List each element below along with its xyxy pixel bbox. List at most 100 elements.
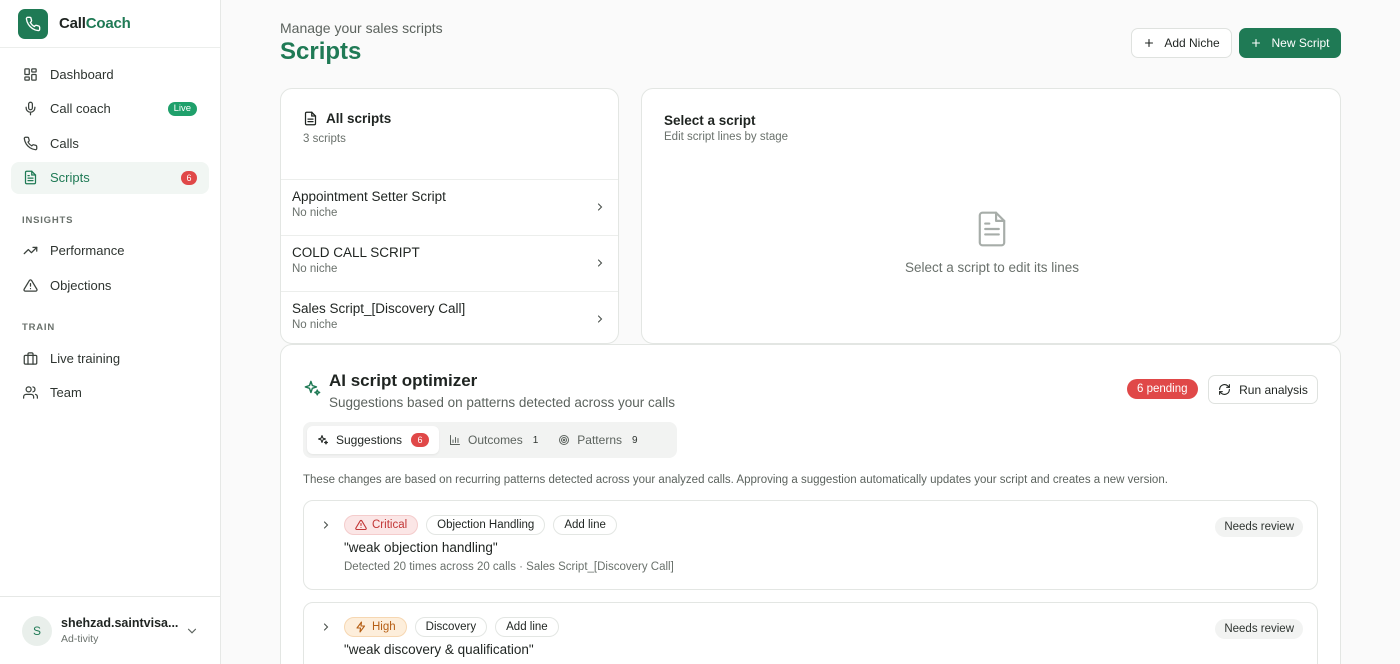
script-name: COLD CALL SCRIPT [292,245,420,260]
nav-label: Scripts [50,170,90,185]
main-nav: Dashboard Call coach Live Calls Scripts … [0,48,220,409]
chevron-right-icon[interactable] [320,621,332,633]
page-subtitle: Manage your sales scripts [280,20,443,36]
document-icon [22,170,38,186]
script-niche: No niche [292,207,338,219]
severity-tag: Critical [344,515,419,535]
tab-count: 6 [411,433,430,447]
tab-patterns[interactable]: Patterns 9 [548,426,647,454]
alert-triangle-icon [355,519,367,531]
chevron-down-icon [187,628,197,634]
nav-label: Calls [50,135,79,151]
script-list-item[interactable]: Appointment Setter Script No niche [281,179,618,235]
sparkles-icon [304,380,321,396]
action-tag: Add line [495,617,559,637]
avatar: S [22,615,52,646]
users-icon [22,385,38,401]
user-name: shehzad.saintvisa... [61,616,179,630]
editor-empty-text: Select a script to edit its lines [904,260,1080,275]
optimizer-note: These changes are based on recurring pat… [303,474,1168,486]
nav-section-insights: INSIGHTS [22,214,74,226]
chevron-right-icon[interactable] [320,519,332,531]
tab-label: Outcomes [468,433,523,447]
ai-optimizer-panel: AI script optimizer Suggestions based on… [280,344,1341,664]
suggestion-card[interactable]: Critical Objection Handling Add line "we… [303,500,1318,590]
add-niche-button[interactable]: Add Niche [1131,28,1232,58]
suggestion-quote: "weak discovery & qualification" [344,642,534,657]
new-script-button[interactable]: New Script [1239,28,1341,58]
layout-grid-icon [22,66,38,82]
nav-section-train: TRAIN [22,322,56,333]
main-content: Manage your sales scripts Scripts Add Ni… [221,0,1400,664]
tab-label: Patterns [577,433,622,447]
nav-item-dashboard[interactable]: Dashboard [11,58,209,90]
user-org: Ad-tivity [61,633,99,645]
document-icon [304,111,317,126]
script-editor-panel: Select a script Edit script lines by sta… [641,88,1341,344]
nav-label: Team [50,385,82,400]
nav-label: Dashboard [50,66,114,82]
tab-outcomes[interactable]: Outcomes 1 [439,426,548,454]
all-scripts-title: All scripts [326,111,392,126]
scripts-count: 3 scripts [303,133,346,145]
scripts-count-badge: 6 [181,170,197,185]
bar-chart-icon [450,435,461,445]
optimizer-subtitle: Suggestions based on patterns detected a… [329,395,675,410]
nav-item-objections[interactable]: Objections [11,269,209,301]
editor-subtitle: Edit script lines by stage [664,131,789,143]
nav-item-live-training[interactable]: Live training [11,342,209,374]
status-badge: Needs review [1215,619,1303,639]
script-name: Appointment Setter Script [292,189,446,204]
phone-logo-icon [18,8,48,39]
nav-item-call-coach[interactable]: Call coach Live [11,93,209,125]
chevron-right-icon [597,315,603,323]
script-niche: No niche [292,319,338,331]
suggestion-meta: Detected 20 times across 20 calls · Sale… [344,561,674,573]
refresh-icon [1219,384,1231,395]
plus-icon [1145,38,1154,48]
run-analysis-button[interactable]: Run analysis [1208,375,1318,404]
suggestion-card[interactable]: High Discovery Add line "weak discovery … [303,602,1318,664]
category-tag: Discovery [414,617,488,637]
suggestion-tags: High Discovery Add line [344,617,567,637]
all-scripts-header: All scripts 3 scripts [281,89,618,179]
script-list-item[interactable]: Sales Script_[Discovery Call] No niche [281,291,618,343]
nav-label: Call coach [50,101,111,116]
sparkles-icon [318,435,328,445]
new-script-label: New Script [1271,36,1330,50]
tab-label: Suggestions [336,433,403,447]
editor-title: Select a script [664,113,756,128]
tab-count: 1 [532,434,539,446]
sidebar: CallCoach Dashboard Call coach Live Call… [0,0,221,664]
zap-icon [356,621,366,633]
suggestion-quote: "weak objection handling" [344,540,498,555]
live-badge: Live [167,101,197,116]
user-menu[interactable]: S shehzad.saintvisa... Ad-tivity [0,596,220,664]
nav-item-performance[interactable]: Performance [11,235,209,267]
status-badge: Needs review [1215,517,1303,537]
nav-item-scripts[interactable]: Scripts 6 [11,161,209,194]
nav-label: Objections [50,277,112,293]
script-niche: No niche [292,263,338,275]
tab-suggestions[interactable]: Suggestions 6 [307,426,440,454]
pending-badge: 6 pending [1127,379,1198,399]
chevron-right-icon [597,259,603,267]
trending-up-icon [22,243,38,259]
all-scripts-panel: All scripts 3 scripts Appointment Setter… [280,88,619,344]
page-title: Scripts [280,38,362,65]
microphone-icon [22,101,38,117]
phone-icon [22,135,38,151]
target-icon [559,435,570,445]
run-analysis-label: Run analysis [1239,382,1308,397]
nav-item-team[interactable]: Team [11,377,209,409]
nav-item-calls[interactable]: Calls [11,127,209,159]
optimizer-tabs: Suggestions 6 Outcomes 1 Patterns 9 [303,422,677,458]
script-list-item[interactable]: COLD CALL SCRIPT No niche [281,235,618,291]
brand[interactable]: CallCoach [0,0,220,48]
plus-icon [1252,38,1261,48]
category-tag: Objection Handling [426,515,546,535]
script-name: Sales Script_[Discovery Call] [292,301,466,316]
brand-name: CallCoach [59,15,131,32]
user-info: shehzad.saintvisa... Ad-tivity [61,616,181,645]
alert-triangle-icon [22,277,38,293]
